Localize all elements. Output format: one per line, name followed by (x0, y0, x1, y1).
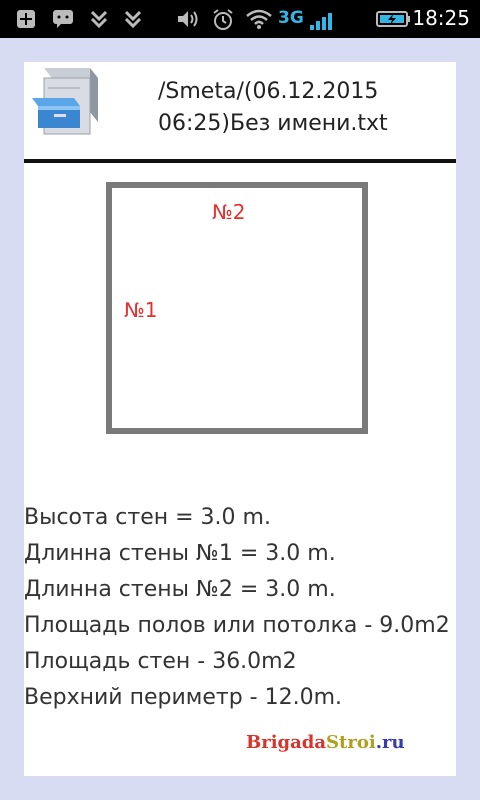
filing-cabinet-icon[interactable] (30, 64, 102, 140)
download-icon (124, 10, 142, 29)
wall-height-text: Высота стен = 3.0 m. (24, 505, 271, 530)
header-divider (24, 159, 456, 163)
file-header: /Smeta/(06.12.2015 06:25)Без имени.txt (24, 62, 456, 162)
watermark: BrigadaStroi.ru (246, 732, 405, 753)
wall-1-length-text: Длинна стены №1 = 3.0 m. (24, 541, 336, 566)
floor-area-text: Площадь полов или потолка - 9.0m2 (24, 613, 450, 638)
clock: 18:25 (412, 6, 470, 30)
chat-icon (53, 10, 73, 28)
perimeter-text: Верхний периметр - 12.0m. (24, 685, 343, 710)
signal-icon (310, 13, 332, 30)
status-bar: 3G 18:25 (0, 0, 480, 38)
volume-icon (178, 11, 198, 27)
estimate-card: /Smeta/(06.12.2015 06:25)Без имени.txt №… (24, 62, 456, 776)
measurements-list: Высота стен = 3.0 m. Длинна стены №1 = 3… (24, 500, 456, 716)
file-title: /Smeta/(06.12.2015 06:25)Без имени.txt (158, 79, 388, 136)
wall-2-length-text: Длинна стены №2 = 3.0 m. (24, 577, 336, 602)
battery-charging-icon (376, 11, 410, 27)
wall-area-text: Площадь стен - 36.0m2 (24, 649, 297, 674)
wifi-icon (246, 9, 272, 29)
alarm-icon (213, 9, 233, 30)
download-icon (90, 10, 108, 29)
wall-label-2: №2 (212, 200, 246, 224)
wall-label-1: №1 (124, 298, 158, 322)
plus-box-icon (17, 10, 35, 28)
network-type: 3G (278, 8, 304, 28)
